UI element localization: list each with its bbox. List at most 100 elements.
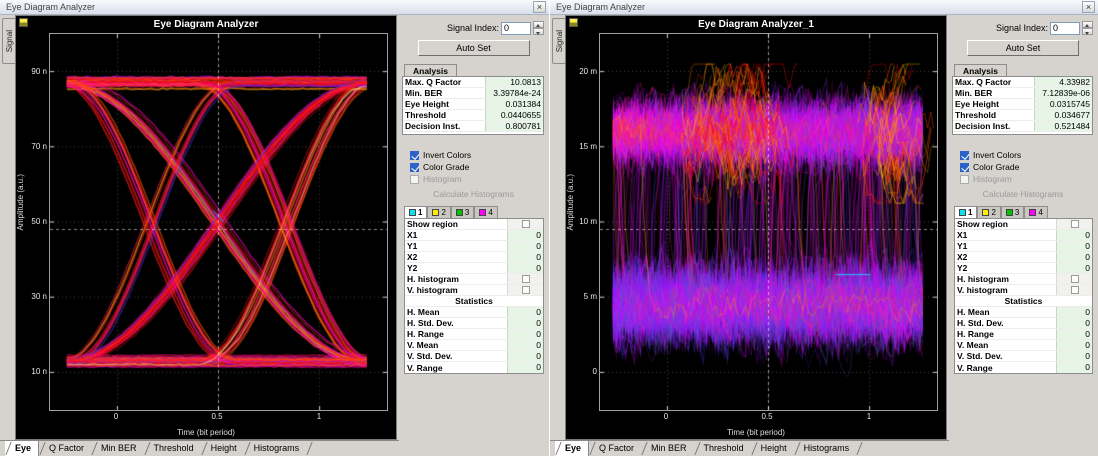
plot-title: Eye Diagram Analyzer [16, 19, 396, 30]
table-row: V. Mean 0 [405, 340, 543, 351]
tab-histograms[interactable]: Histograms [794, 441, 857, 456]
x-tick-label: 0 [655, 412, 677, 421]
left-tab-strip: Signal [550, 15, 565, 440]
table-row: V. Std. Dev. 0 [405, 351, 543, 362]
tab-q-factor[interactable]: Q Factor [589, 441, 641, 456]
eye-analyzer-window-1: Eye Diagram Analyzer × Signal Eye Diagra… [0, 0, 549, 456]
window-titlebar[interactable]: Eye Diagram Analyzer × [550, 0, 1098, 15]
histogram-tab-1[interactable]: 1 [404, 206, 427, 218]
y-tick-label: 10 n [24, 367, 47, 376]
invert-colors-checkbox[interactable] [410, 151, 419, 160]
table-row: Y1 0 [955, 241, 1092, 252]
tab-analysis[interactable]: Analysis [954, 64, 1007, 76]
signal-index-label: Signal Index: [447, 23, 499, 33]
signal-index-row: Signal Index: 0 [402, 21, 544, 35]
spin-up-button[interactable] [1082, 21, 1093, 28]
histogram-tab-2[interactable]: 2 [977, 206, 1000, 218]
signal-index-value[interactable]: 0 [501, 22, 531, 35]
h-range-value: 0 [507, 329, 543, 339]
table-row: V. Range 0 [955, 362, 1092, 373]
v-histogram-label: V. histogram [955, 285, 1056, 295]
histogram-tab-4[interactable]: 4 [1024, 206, 1047, 218]
histogram-checkbox [960, 175, 969, 184]
tab-histograms[interactable]: Histograms [244, 441, 307, 456]
spin-up-button[interactable] [533, 21, 544, 28]
v-std-label: V. Std. Dev. [405, 351, 507, 361]
tab-analysis[interactable]: Analysis [404, 64, 457, 76]
histogram-tab-label: 1 [968, 208, 972, 217]
tab-height[interactable]: Height [751, 441, 794, 456]
metric-label: Max. Q Factor [953, 77, 1034, 87]
tab-eye[interactable]: Eye [5, 441, 39, 456]
histogram-tab-4[interactable]: 4 [474, 206, 497, 218]
v-histogram-cell [1056, 285, 1092, 295]
tab-signal[interactable]: Signal [2, 18, 15, 64]
plot-zone: Signal Eye Diagram Analyzer 90 n 70 n 50… [0, 15, 399, 440]
show-region-checkbox[interactable] [1071, 220, 1079, 228]
eye-plot-panel: Eye Diagram Analyzer_1 20 m 15 m 10 m 5 … [565, 15, 947, 440]
show-region-checkbox[interactable] [522, 220, 530, 228]
histogram-tab-label: 2 [441, 208, 445, 217]
metric-label: Threshold [953, 110, 1034, 120]
eye-diagram-canvas[interactable] [49, 33, 388, 411]
color-grade-checkbox[interactable] [410, 163, 419, 172]
close-icon[interactable]: × [1082, 1, 1095, 13]
tab-q-factor[interactable]: Q Factor [39, 441, 91, 456]
y1-value: 0 [507, 241, 543, 251]
y-tick-label: 70 n [24, 142, 47, 151]
close-icon[interactable]: × [533, 1, 546, 13]
window-titlebar[interactable]: Eye Diagram Analyzer × [0, 0, 549, 15]
histogram-tab-3[interactable]: 3 [1001, 206, 1024, 218]
x-tick-label: 0.5 [756, 412, 778, 421]
histogram-tab-1[interactable]: 1 [954, 206, 977, 218]
tab-height[interactable]: Height [201, 441, 244, 456]
color-grade-checkbox[interactable] [960, 163, 969, 172]
x-tick-label: 0 [105, 412, 127, 421]
x1-label: X1 [955, 230, 1056, 240]
v-std-label: V. Std. Dev. [955, 351, 1056, 361]
y-axis-label: Amplitude (a.u.) [16, 174, 25, 230]
green-swatch-icon [456, 209, 463, 216]
histogram-tab-2[interactable]: 2 [427, 206, 450, 218]
y1-label: Y1 [405, 241, 507, 251]
auto-set-button[interactable]: Auto Set [967, 40, 1079, 56]
invert-colors-label: Invert Colors [973, 150, 1021, 160]
tab-threshold[interactable]: Threshold [144, 441, 201, 456]
tab-strip-end [306, 441, 318, 456]
analysis-results-table: Max. Q Factor 10.0813 Min. BER 3.39784e-… [402, 76, 544, 135]
invert-colors-label: Invert Colors [423, 150, 471, 160]
table-header-row: Statistics [955, 296, 1092, 307]
tab-min-ber[interactable]: Min BER [91, 441, 144, 456]
tab-threshold[interactable]: Threshold [694, 441, 751, 456]
metric-label: Eye Height [953, 99, 1034, 109]
statistics-header: Statistics [955, 296, 1092, 306]
table-header-row: Statistics [405, 296, 543, 307]
table-row: H. Range 0 [405, 329, 543, 340]
spin-down-button[interactable] [1082, 28, 1093, 35]
magenta-swatch-icon [1029, 209, 1036, 216]
tab-signal[interactable]: Signal [552, 18, 565, 64]
yellow-swatch-icon [982, 209, 989, 216]
table-row: V. histogram [955, 285, 1092, 296]
h-mean-value: 0 [507, 307, 543, 317]
v-std-value: 0 [507, 351, 543, 361]
eye-diagram-canvas[interactable] [599, 33, 938, 411]
invert-colors-checkbox[interactable] [960, 151, 969, 160]
window-title: Eye Diagram Analyzer [556, 2, 1082, 12]
histogram-tab-3[interactable]: 3 [451, 206, 474, 218]
tab-min-ber[interactable]: Min BER [641, 441, 694, 456]
x-tick-label: 0.5 [206, 412, 228, 421]
table-row: H. Range 0 [955, 329, 1092, 340]
spin-down-button[interactable] [533, 28, 544, 35]
h-range-label: H. Range [955, 329, 1056, 339]
auto-set-button[interactable]: Auto Set [418, 40, 530, 56]
v-histogram-cell [507, 285, 543, 295]
metric-value: 3.39784e-24 [485, 88, 543, 98]
h-histogram-cell [507, 274, 543, 284]
y-axis-label: Amplitude (a.u.) [566, 174, 575, 230]
y2-value: 0 [507, 263, 543, 273]
signal-index-value[interactable]: 0 [1050, 22, 1080, 35]
tab-eye[interactable]: Eye [555, 441, 589, 456]
table-row: H. histogram [955, 274, 1092, 285]
table-row: Threshold 0.034677 [953, 110, 1092, 121]
